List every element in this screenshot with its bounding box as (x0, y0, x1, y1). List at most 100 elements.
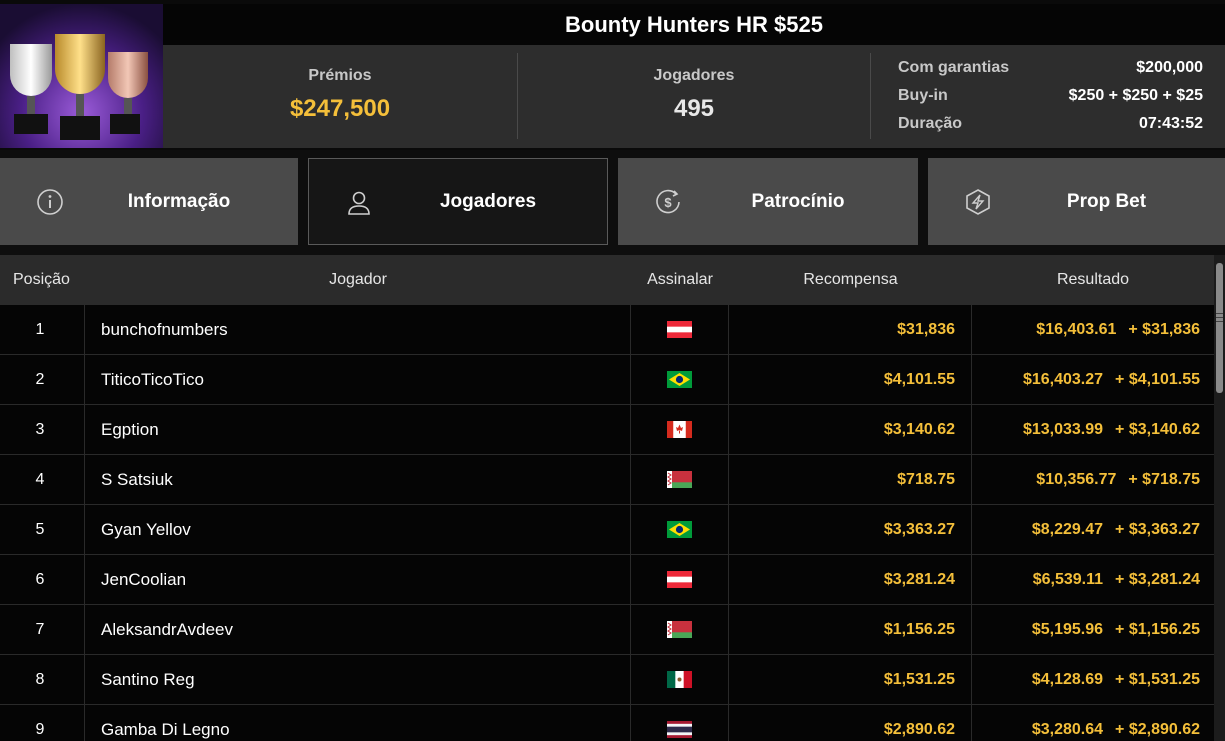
players-table: Posição Jogador Assinalar Recompensa Res… (0, 255, 1214, 741)
result-bonus: + $718.75 (1128, 470, 1200, 488)
row-player-name[interactable]: S Satsiuk (85, 454, 631, 505)
tournament-header: Bounty Hunters HR $525 Prémios $247,500 … (0, 0, 1225, 150)
result-value: $6,539.11 (1032, 570, 1104, 588)
tab-label: Patrocínio (751, 190, 845, 212)
row-flag (631, 354, 729, 405)
header-flag[interactable]: Assinalar (631, 271, 729, 289)
row-reward: $3,281.24 (729, 554, 972, 605)
tab-bar: Informação Jogadores $ Patrocínio Prop B… (0, 158, 1225, 245)
prizes-value: $247,500 (289, 95, 391, 122)
row-flag (631, 554, 729, 605)
result-bonus: + $31,836 (1128, 320, 1200, 338)
detail-guarantee: Com garantias $200,000 (898, 57, 1203, 85)
header-position[interactable]: Posição (0, 271, 85, 289)
row-player-name[interactable]: JenCoolian (85, 554, 631, 605)
header-result[interactable]: Resultado (972, 271, 1214, 289)
row-result: $5,195.96 + $1,156.25 (972, 605, 1214, 655)
row-reward: $2,890.62 (729, 704, 972, 741)
table-row[interactable]: 3 Egption $3,140.62 $13,033.99 + $3,140.62 (0, 404, 1214, 455)
tab-label: Prop Bet (1066, 190, 1147, 212)
row-position: 1 (0, 304, 85, 355)
result-value: $5,195.96 (1031, 620, 1104, 638)
detail-buyin: Buy-in $250 + $250 + $25 (898, 85, 1203, 113)
row-result: $3,280.64 + $2,890.62 (972, 705, 1214, 741)
table-row[interactable]: 9 Gamba Di Legno $2,890.62 $3,280.64 + $2,89… (0, 704, 1214, 741)
belarus-flag-icon (667, 471, 692, 488)
row-position: 9 (0, 704, 85, 741)
result-bonus: + $3,281.24 (1115, 570, 1200, 588)
row-position: 8 (0, 654, 85, 705)
result-bonus: + $3,140.62 (1115, 420, 1200, 438)
tab-players[interactable]: Jogadores (308, 158, 608, 245)
scrollbar[interactable] (1214, 255, 1225, 741)
scrollbar-thumb[interactable] (1216, 263, 1223, 393)
header-reward[interactable]: Recompensa (729, 271, 972, 289)
detail-value: $250 + $250 + $25 (1068, 87, 1203, 104)
tab-prop-bet[interactable]: Prop Bet (928, 158, 1225, 245)
row-flag (631, 404, 729, 455)
row-player-name[interactable]: Gyan Yellov (85, 504, 631, 555)
tournament-details: Com garantias $200,000 Buy-in $250 + $25… (898, 57, 1203, 141)
row-player-name[interactable]: Gamba Di Legno (85, 704, 631, 741)
detail-label: Buy-in (898, 87, 948, 104)
detail-value: 07:43:52 (1138, 115, 1203, 132)
row-reward: $31,836 (729, 304, 972, 355)
header-player[interactable]: Jogador (85, 271, 631, 289)
prizes-stat: Prémios $247,500 (163, 45, 517, 148)
row-reward: $1,156.25 (729, 604, 972, 655)
players-stat: Jogadores 495 (517, 53, 871, 139)
row-player-name[interactable]: Santino Reg (85, 654, 631, 705)
result-value: $16,403.61 (1036, 320, 1117, 338)
table-row[interactable]: 4S Satsiuk $718.75 $10,356.77 + $718.75 (0, 454, 1214, 505)
tab-sponsorship[interactable]: $ Patrocínio (618, 158, 918, 245)
row-result: $10,356.77 + $718.75 (972, 455, 1214, 505)
result-value: $13,033.99 (1022, 420, 1104, 438)
result-value: $10,356.77 (1036, 470, 1117, 488)
row-position: 2 (0, 354, 85, 405)
row-position: 6 (0, 554, 85, 605)
table-row[interactable]: 2 TiticoTicoTico $4,101.55 $16,403.27 + $4,1… (0, 354, 1214, 405)
row-player-name[interactable]: Egption (85, 404, 631, 455)
tab-information[interactable]: Informação (0, 158, 298, 245)
row-position: 4 (0, 454, 85, 505)
table-row[interactable]: 5 Gyan Yellov $3,363.27 $8,229.47 + $3,363.2… (0, 504, 1214, 555)
result-value: $16,403.27 (1022, 370, 1104, 388)
row-result: $6,539.11 + $3,281.24 (972, 555, 1214, 605)
table-row[interactable]: 6 JenCoolian $3,281.24 $6,539.11 + $3,281.24 (0, 554, 1214, 605)
row-flag (631, 504, 729, 555)
row-position: 3 (0, 404, 85, 455)
prizes-label: Prémios (308, 67, 372, 84)
table-row[interactable]: 8 Santino Reg $1,531.25 $4,128.69 + $1,531.2… (0, 654, 1214, 705)
detail-label: Com garantias (898, 59, 1010, 76)
row-player-name[interactable]: AleksandrAvdeev (85, 604, 631, 655)
players-label: Jogadores (653, 67, 735, 84)
result-value: $3,280.64 (1031, 720, 1104, 738)
row-player-name[interactable]: TiticoTicoTico (85, 354, 631, 405)
austria-flag-icon (667, 571, 692, 588)
detail-duration: Duração 07:43:52 (898, 113, 1203, 141)
row-flag (631, 654, 729, 705)
austria-flag-icon (667, 321, 692, 338)
trophy-image (0, 4, 163, 148)
result-bonus: + $1,531.25 (1115, 670, 1200, 688)
row-reward: $3,140.62 (729, 404, 972, 455)
row-result: $8,229.47 + $3,363.27 (972, 505, 1214, 555)
row-reward: $718.75 (729, 454, 972, 505)
row-result: $13,033.99 + $3,140.62 (972, 405, 1214, 455)
result-bonus: + $3,363.27 (1115, 520, 1200, 538)
result-bonus: + $4,101.55 (1115, 370, 1200, 388)
row-reward: $1,531.25 (729, 654, 972, 705)
result-value: $8,229.47 (1031, 520, 1104, 538)
thailand-flag-icon (667, 721, 692, 738)
table-row[interactable]: 7 AleksandrAvdeev $1,156.25 $5,195.96 + $1,1… (0, 604, 1214, 655)
result-bonus: + $2,890.62 (1115, 720, 1200, 738)
row-flag (631, 604, 729, 655)
table-row[interactable]: 1 bunchofnumbers $31,836 $16,403.61 + $31,83… (0, 304, 1214, 355)
row-reward: $3,363.27 (729, 504, 972, 555)
row-flag (631, 704, 729, 741)
tab-label: Jogadores (439, 190, 537, 212)
row-player-name[interactable]: bunchofnumbers (85, 304, 631, 355)
tournament-title: Bounty Hunters HR $525 (163, 4, 1225, 45)
row-result: $4,128.69 + $1,531.25 (972, 655, 1214, 705)
row-result: $16,403.61 + $31,836 (972, 305, 1214, 355)
